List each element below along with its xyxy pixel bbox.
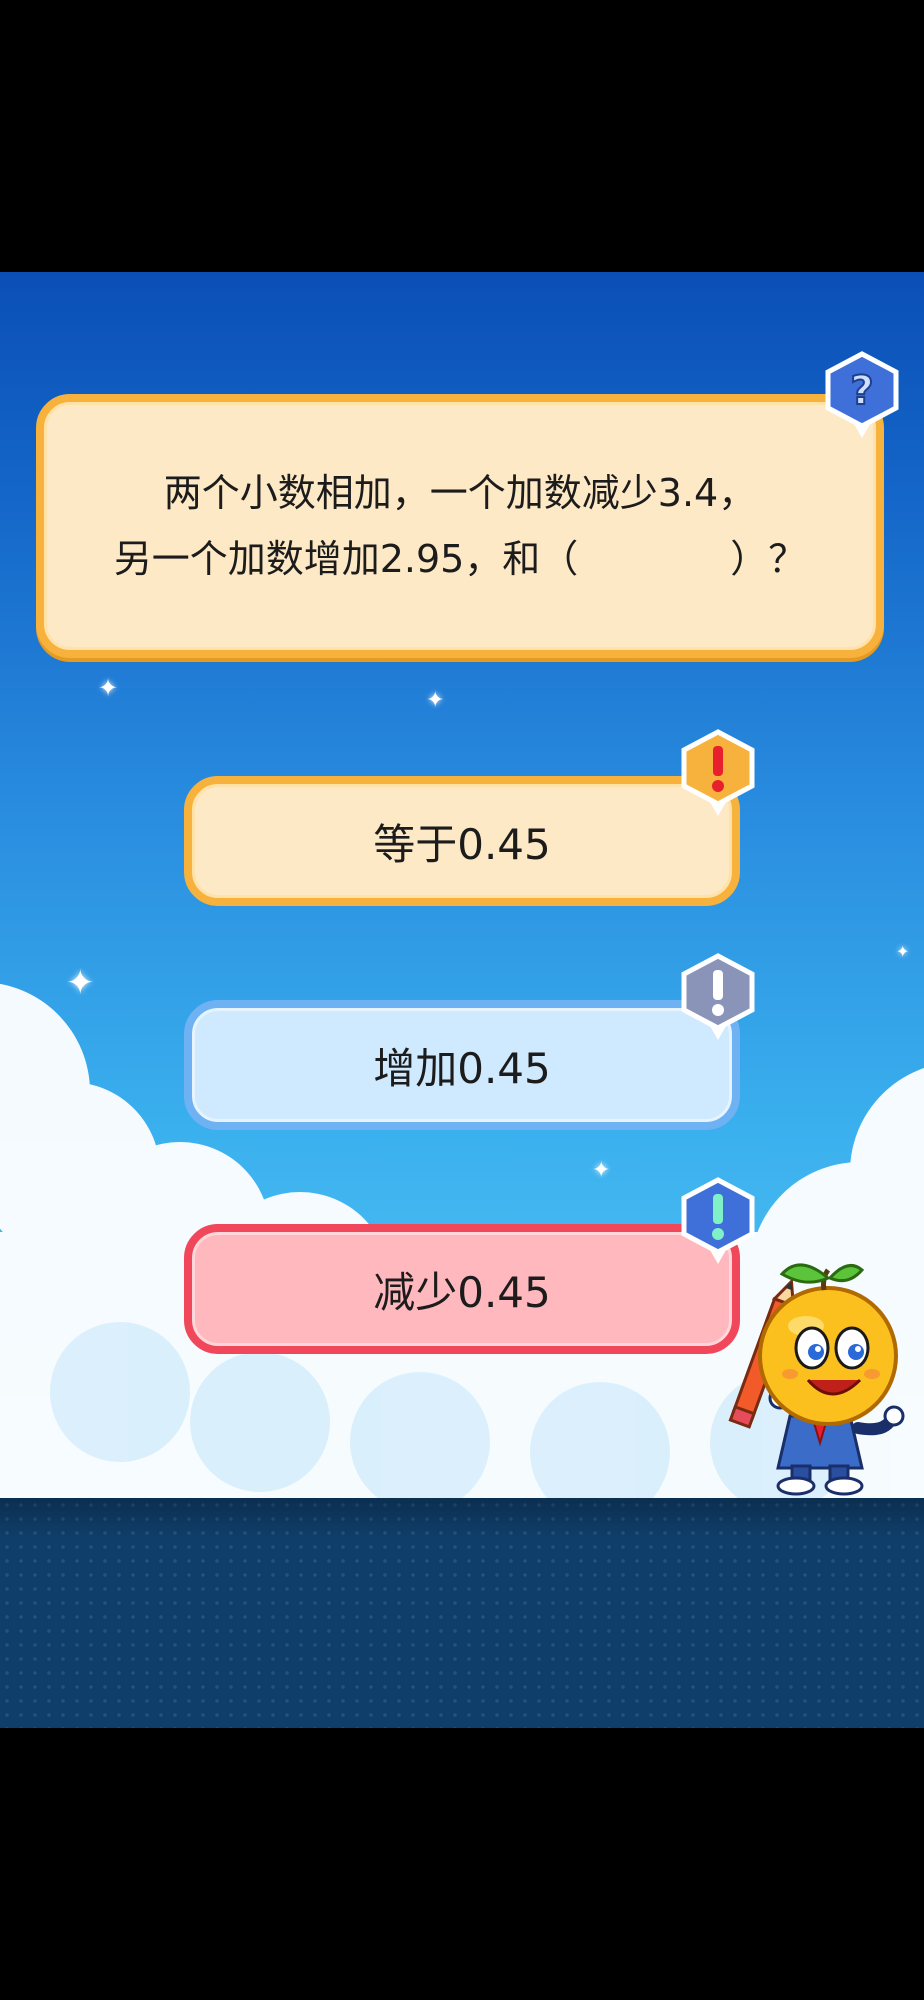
game-screen: ✦ ✦ ✦ ✦ ✦ 两个小数相加，一个加数减少3.4， 另一个加数增加2.95，… xyxy=(0,0,924,2000)
letterbox-top xyxy=(0,0,924,272)
answer-option-1[interactable]: 等于0.45 xyxy=(184,776,740,906)
exclamation-icon xyxy=(681,953,755,1040)
answer-option-1-label: 等于0.45 xyxy=(373,819,551,869)
ground-panel xyxy=(0,1498,924,1728)
sparkle: ✦ xyxy=(66,963,95,1003)
answer-option-2[interactable]: 增加0.45 xyxy=(184,1000,740,1130)
question-text-line-2: 另一个加数增加2.95，和（ ）？ xyxy=(113,537,807,581)
question-mark-icon: ? xyxy=(825,351,899,438)
sparkle: ✦ xyxy=(592,1158,611,1183)
answer-option-3-label: 减少0.45 xyxy=(373,1267,551,1317)
question-box: 两个小数相加，一个加数减少3.4， 另一个加数增加2.95，和（ ）？ xyxy=(36,394,884,658)
sparkle: ✦ xyxy=(896,942,910,961)
answer-option-2-label: 增加0.45 xyxy=(373,1043,551,1093)
exclamation-icon xyxy=(681,729,755,816)
svg-text:?: ? xyxy=(850,368,873,414)
answer-option-3[interactable]: 减少0.45 xyxy=(184,1224,740,1354)
sparkle: ✦ xyxy=(98,674,119,702)
letterbox-bottom xyxy=(0,1728,924,2000)
sparkle: ✦ xyxy=(426,688,445,713)
orange-mascot xyxy=(728,1263,905,1496)
question-text-line-1: 两个小数相加，一个加数减少3.4， xyxy=(163,471,757,515)
